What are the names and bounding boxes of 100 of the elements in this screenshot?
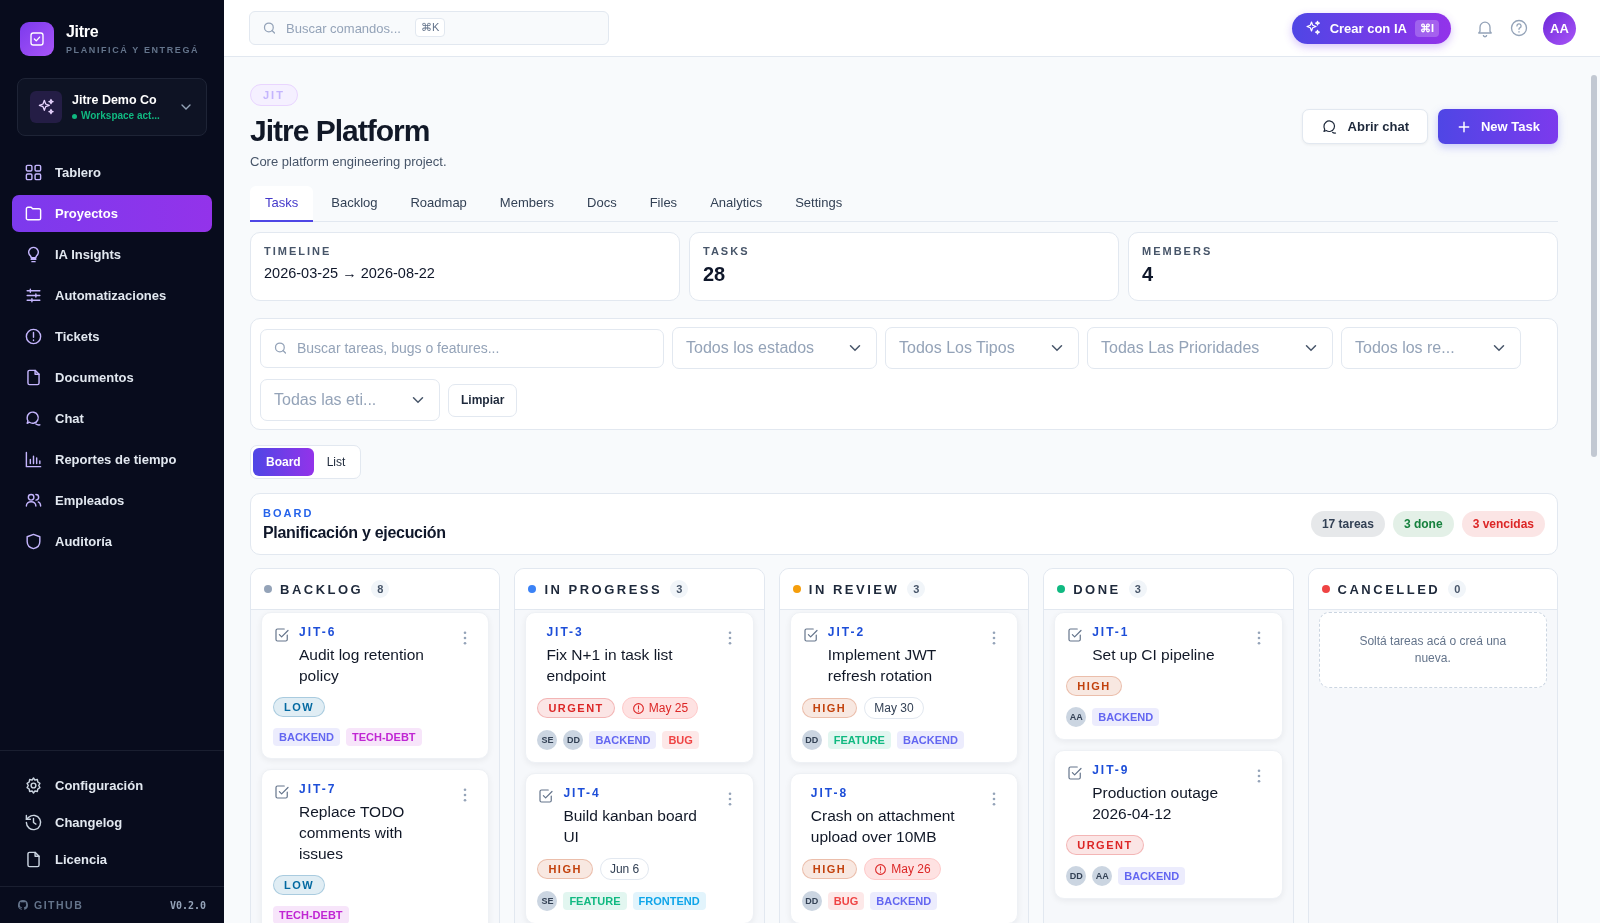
chat-icon (1320, 117, 1339, 136)
nav-item[interactable]: Proyectos (12, 195, 212, 232)
task-card[interactable]: JIT-2 Implement JWT refresh rotation HIGH May 30 DD FEATURE BACKEND (789, 612, 1019, 763)
task-id: JIT-6 (299, 625, 338, 639)
task-card[interactable]: JIT-4 Build kanban board UI HIGH Jun 6 SE FEATURE FRONTEND (525, 773, 754, 923)
more-icon[interactable] (463, 631, 468, 645)
project-description: Core platform engineering project. (250, 154, 447, 169)
task-id: JIT-7 (299, 782, 338, 796)
task-title: Replace TODO comments with issues (299, 802, 406, 864)
workspace-status: Workspace act... (72, 110, 168, 121)
github-link[interactable]: GITHUB (17, 899, 84, 911)
task-id: JIT-8 (810, 786, 850, 800)
checkbox-task-icon (801, 626, 820, 644)
label-tag: TECH-DEBT (346, 728, 422, 746)
nav-item[interactable]: Licencia (12, 841, 212, 878)
stat-label: MEMBERS (1142, 245, 1214, 257)
more-icon[interactable] (1256, 769, 1261, 783)
grid-icon (24, 163, 43, 182)
task-title: Implement JWT refresh rotation (827, 645, 938, 686)
new-task-button[interactable]: New Task (1438, 109, 1558, 144)
tab[interactable]: Tasks (250, 186, 314, 222)
board-eyebrow: BOARD (263, 506, 315, 519)
task-title: Crash on attachment upload over 10MB (810, 806, 956, 847)
alert-icon (874, 862, 888, 876)
checkbox-task-icon (273, 626, 291, 644)
task-card[interactable]: JIT-6 Audit log retention policy LOW BACKEND TECH-DEBT (261, 612, 490, 759)
more-icon[interactable] (727, 792, 732, 806)
nav-item[interactable]: Chat (12, 400, 212, 437)
user-avatar[interactable]: AA (1543, 11, 1576, 45)
label-tag: BACKEND (896, 731, 964, 749)
column-count: 0 (1448, 580, 1467, 598)
tab[interactable]: Analytics (695, 186, 778, 222)
more-icon[interactable] (727, 631, 732, 645)
nav-item[interactable]: Tickets (12, 318, 212, 355)
create-with-ai-button[interactable]: Crear con IA ⌘I (1291, 12, 1451, 44)
tab[interactable]: Files (634, 186, 693, 222)
nav-item[interactable]: Auditoría (12, 523, 212, 560)
document-icon (24, 368, 43, 387)
task-card[interactable]: JIT-8 Crash on attachment upload over 10MB HIGH May 26 DD BUG BACKEND (789, 773, 1019, 923)
column-title: DONE (1073, 581, 1121, 597)
checkbox-task-icon (537, 787, 556, 805)
label-tag: BACKEND (273, 728, 340, 746)
nav-item[interactable]: Documentos (12, 359, 212, 396)
github-icon (17, 899, 29, 911)
folder-icon (24, 204, 43, 223)
summary-badge: 3 done (1392, 511, 1454, 537)
priority-badge: LOW (273, 697, 326, 717)
nav-item[interactable]: Empleados (12, 482, 212, 519)
nav-item[interactable]: Reportes de tiempo (12, 441, 212, 478)
task-id: JIT-4 (563, 786, 602, 800)
logo-icon (20, 22, 54, 56)
view-option[interactable]: List (313, 448, 359, 476)
label-tag: TECH-DEBT (273, 906, 349, 923)
workspace-switcher[interactable]: Jitre Demo Co Workspace act... (17, 78, 207, 136)
help-icon[interactable] (1509, 18, 1529, 38)
open-chat-button[interactable]: Abrir chat (1301, 109, 1428, 144)
task-card[interactable]: JIT-7 Replace TODO comments with issues LOW TECH-DEBT (261, 769, 490, 923)
tab[interactable]: Docs (572, 186, 632, 222)
nav-item[interactable]: Tablero (12, 154, 212, 191)
clear-button[interactable]: Limpiar (448, 383, 518, 417)
more-icon[interactable] (992, 631, 997, 645)
task-card[interactable]: JIT-1 Set up CI pipeline HIGH AA BACKEND (1054, 612, 1283, 740)
more-icon[interactable] (1256, 631, 1261, 645)
tab[interactable]: Roadmap (395, 186, 482, 222)
alert-icon (24, 327, 43, 346)
document-icon (24, 850, 43, 869)
assignee-avatar: DD (1066, 866, 1087, 886)
task-search-field[interactable]: Buscar tareas, bugs o features... (260, 328, 664, 368)
more-icon[interactable] (463, 788, 468, 802)
nav-item[interactable]: IA Insights (12, 236, 212, 273)
checkbox-task-icon (1066, 626, 1085, 644)
nav-item[interactable]: Configuración (12, 767, 212, 804)
more-icon[interactable] (992, 792, 997, 806)
nav-item[interactable]: Changelog (12, 804, 212, 841)
tab[interactable]: Backlog (316, 186, 393, 222)
priority-badge: URGENT (1066, 835, 1144, 855)
assignee-avatar: DD (801, 891, 822, 911)
view-option[interactable]: Board (253, 448, 314, 476)
checkbox-task-icon (273, 783, 291, 801)
people-icon (24, 491, 43, 510)
column-count: 3 (907, 580, 926, 598)
tab[interactable]: Members (484, 186, 570, 222)
nav-item[interactable]: Automatizaciones (12, 277, 212, 314)
sparkle-icon (30, 91, 62, 123)
empty-dropzone: Soltá tareas acá o creá una nueva. (1318, 612, 1547, 688)
priority-badge: HIGH (801, 859, 858, 879)
label-tag: BUG (827, 892, 865, 910)
task-card[interactable]: JIT-9 Production outage 2026-04-12 URGENT DD AA BACKEND (1054, 750, 1283, 899)
column-title: IN PROGRESS (544, 581, 663, 597)
gear-icon (24, 776, 43, 795)
label-tag: BUG (662, 731, 699, 749)
label-tag: FEATURE (563, 892, 627, 910)
column-title: BACKLOG (280, 581, 364, 597)
due-date: May 26 (864, 858, 941, 880)
column-title: CANCELLED (1337, 581, 1441, 597)
bar-chart-icon (24, 450, 43, 469)
label-tag: FRONTEND (632, 892, 706, 910)
tab[interactable]: Settings (780, 186, 858, 222)
assignee-avatar: SE (537, 891, 558, 911)
task-card[interactable]: JIT-3 Fix N+1 in task list endpoint URGENT May 25 SE DD BACKEND BUG (525, 612, 754, 763)
